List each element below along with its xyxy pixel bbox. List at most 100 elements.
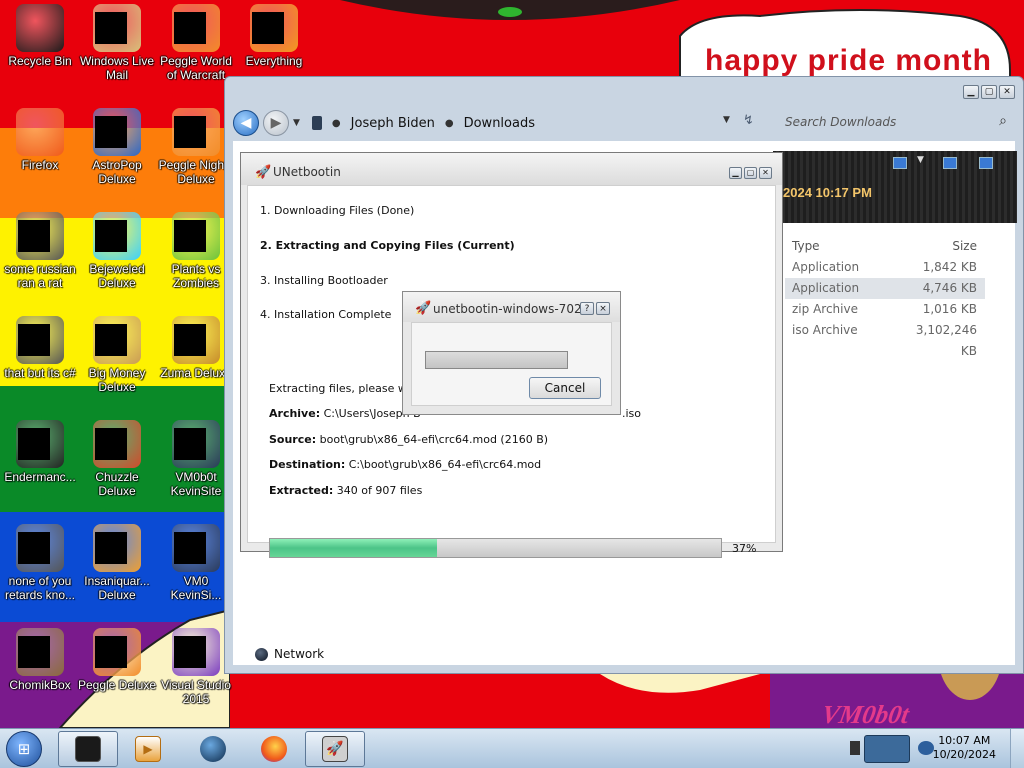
monitor-icon — [75, 736, 101, 762]
search-app-icon — [250, 4, 298, 52]
desktop-icon-big-money[interactable]: Big Money Deluxe — [77, 316, 157, 394]
refresh-icon[interactable]: ↯ — [743, 113, 754, 128]
start-button[interactable]: ⊞ — [6, 731, 42, 767]
source-value: boot\grub\x86_64-efi\crc64.mod (2160 B) — [319, 433, 549, 446]
search-icon[interactable]: ⌕ — [999, 113, 1007, 129]
destination-value: C:\boot\grub\x86_64-efi\crc64.mod — [348, 458, 542, 471]
icon-redaction — [174, 324, 206, 356]
tray-preview-icon[interactable] — [864, 735, 910, 763]
unetbootin-progress-dialog[interactable]: 🚀 unetbootin-windows-702 ? × Cancel — [402, 291, 621, 415]
column-size[interactable]: Size — [901, 235, 981, 257]
file-size: 1,842 KB — [922, 260, 977, 274]
forward-arrow-icon[interactable]: ▶ — [263, 110, 289, 136]
desktop-icon-label: Bejeweled Deluxe — [89, 262, 145, 290]
desktop-icon-label: Endermanc... — [4, 470, 76, 484]
close-icon[interactable]: ✕ — [999, 85, 1015, 99]
file-row[interactable]: iso Archive 3,102,246 KB — [785, 320, 985, 358]
firefox-icon — [261, 736, 287, 762]
explorer-titlebar[interactable] — [225, 77, 1023, 105]
file-type: Application — [792, 260, 860, 274]
taskbar-item-unetbootin[interactable]: 🚀 — [305, 731, 365, 767]
taskbar: ⊞ ▶ 🚀 10:07 AM 10/20/2024 — [0, 728, 1024, 768]
money-bag-icon — [93, 316, 141, 364]
desktop-icon-label: Recycle Bin — [8, 54, 72, 68]
icon-redaction — [95, 220, 127, 252]
taskbar-item-app[interactable] — [183, 731, 243, 767]
cancel-button[interactable]: Cancel — [529, 377, 601, 399]
folder-path-icon — [311, 116, 322, 130]
desktop-icon-chomikbox[interactable]: ChomikBox — [0, 628, 80, 692]
extracted-label: Extracted: — [269, 484, 334, 497]
desktop-icon-that-but-its-c[interactable]: that but its c# — [0, 316, 80, 380]
desktop-icon-label: that but its c# — [4, 366, 76, 380]
desktop-icon-chuzzle[interactable]: Chuzzle Deluxe — [77, 420, 157, 498]
maximize-icon[interactable]: ▢ — [981, 85, 997, 99]
shortcut-icon — [16, 524, 64, 572]
column-type[interactable]: Type — [785, 235, 901, 257]
desktop-icon-everything[interactable]: Everything — [234, 4, 314, 68]
desktop-icon-label: Everything — [245, 54, 303, 68]
taskbar-item-media-player[interactable]: ▶ — [118, 731, 178, 767]
file-row[interactable]: Application 4,746 KB — [785, 278, 985, 299]
desktop-icon-some-russian[interactable]: some russian ran a rat — [0, 212, 80, 290]
file-row[interactable]: Application 1,842 KB — [785, 257, 985, 278]
icon-redaction — [174, 12, 206, 44]
file-row[interactable]: zip Archive 1,016 KB — [785, 299, 985, 320]
tray-arrow-icon[interactable] — [850, 741, 860, 755]
desktop-icon-label: ChomikBox — [9, 678, 71, 692]
address-dropdown-icon[interactable]: ▼ — [723, 115, 730, 125]
taskbar-item-firefox[interactable] — [244, 731, 304, 767]
icon-redaction — [174, 532, 206, 564]
desktop-icon-peggle-world[interactable]: Peggle World of Warcraft — [156, 4, 236, 82]
archive-suffix: .iso — [622, 407, 642, 420]
unetbootin-title: UNetbootin — [273, 165, 341, 179]
back-arrow-icon[interactable]: ◀ — [233, 110, 259, 136]
maximize-icon[interactable]: ▢ — [744, 167, 757, 179]
desktop-icon-firefox[interactable]: Firefox — [0, 108, 80, 172]
breadcrumb-downloads[interactable]: Downloads — [464, 116, 535, 131]
archive-row: Archive: C:\Users\Joseph B .iso — [269, 407, 641, 420]
gem-icon — [93, 212, 141, 260]
nav-network[interactable]: Network — [255, 647, 324, 661]
search-input[interactable]: Search Downloads — [785, 111, 985, 133]
dialog-progress-bar — [425, 351, 568, 369]
close-icon[interactable]: × — [596, 302, 610, 315]
app-icon — [979, 157, 993, 169]
taskbar-item-explorer[interactable] — [58, 731, 118, 767]
step-extracting: 2. Extracting and Copying Files (Current… — [260, 239, 515, 252]
globe-icon — [200, 736, 226, 762]
extracted-row: Extracted: 340 of 907 files — [269, 484, 422, 497]
preview-banner: 2024 10:17 PM ▼ — [773, 151, 1017, 223]
extraction-progress-fill — [270, 539, 437, 557]
unetbootin-titlebar[interactable]: 🚀 UNetbootin — [241, 153, 782, 185]
network-tray-icon[interactable] — [918, 741, 934, 755]
desktop-icon-endermanc[interactable]: Endermanc... — [0, 420, 80, 484]
desktop-icon-insaniquar[interactable]: Insaniquar... Deluxe — [77, 524, 157, 602]
icon-redaction — [18, 324, 50, 356]
desktop-icon-label: AstroPop Deluxe — [92, 158, 142, 186]
tray-clock[interactable]: 10:07 AM 10/20/2024 — [933, 734, 996, 762]
icon-redaction — [95, 532, 127, 564]
desktop-icon-bejeweled[interactable]: Bejeweled Deluxe — [77, 212, 157, 290]
nav-network-label: Network — [274, 647, 325, 661]
breadcrumb-joseph-biden[interactable]: Joseph Biden — [351, 116, 435, 131]
minimize-icon[interactable]: ▁ — [963, 85, 979, 99]
minimize-icon[interactable]: ▁ — [729, 167, 742, 179]
desktop-icon-peggle-deluxe[interactable]: Peggle Deluxe — [77, 628, 157, 692]
icon-redaction — [95, 636, 127, 668]
desktop-icon-label: Windows Live Mail — [79, 54, 155, 82]
help-icon[interactable]: ? — [580, 302, 594, 315]
desktop-icon-label: none of you retards kno... — [4, 574, 76, 602]
show-desktop-button[interactable] — [1010, 729, 1024, 768]
desktop-icon-astropop[interactable]: AstroPop Deluxe — [77, 108, 157, 186]
close-icon[interactable]: ✕ — [759, 167, 772, 179]
desktop-icon-recycle-bin[interactable]: Recycle Bin — [0, 4, 80, 68]
dialog-title: unetbootin-windows-702 — [433, 302, 582, 316]
desktop-icon-windows-live[interactable]: Windows Live Mail — [77, 4, 157, 82]
terminal-icon — [16, 420, 64, 468]
icon-redaction — [18, 428, 50, 460]
history-dropdown-icon[interactable]: ▼ — [293, 118, 300, 128]
recycle-bin-icon — [16, 4, 64, 52]
desktop-icon-none-of-you[interactable]: none of you retards kno... — [0, 524, 80, 602]
address-bar: ◀ ▶ ▼ ● Joseph Biden ● Downloads ▼ ↯ Sea… — [233, 105, 1015, 141]
